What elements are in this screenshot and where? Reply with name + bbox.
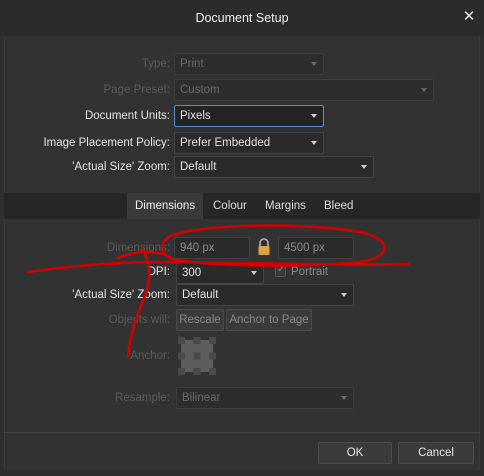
red-annotation-overlay xyxy=(26,224,410,358)
annotation-tick xyxy=(116,250,164,260)
annotation-stroke xyxy=(126,246,151,358)
annotation-line xyxy=(26,260,410,274)
annotation-ellipse xyxy=(161,224,386,267)
